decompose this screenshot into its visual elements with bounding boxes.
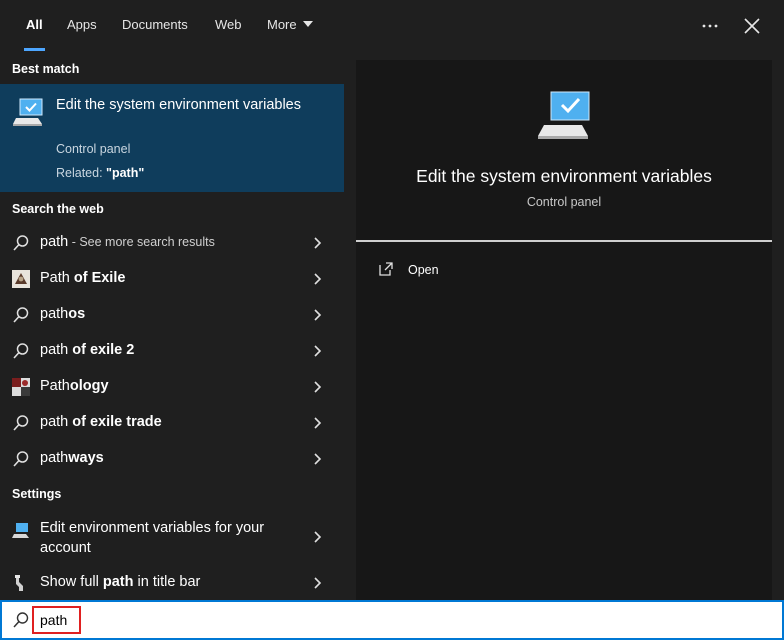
- web-result-row[interactable]: pathos: [0, 297, 344, 333]
- system-properties-icon: [13, 98, 43, 126]
- settings-result-text: Show full path in title bar: [40, 574, 201, 590]
- tab-apps[interactable]: Apps: [65, 0, 99, 52]
- tab-more[interactable]: More: [265, 0, 315, 52]
- best-match-heading: Best match: [12, 62, 80, 76]
- web-result-row[interactable]: path - See more search results: [0, 225, 344, 261]
- results-pane: Best match Edit the system environment v…: [0, 52, 344, 600]
- detail-pane: Edit the system environment variables Co…: [356, 60, 772, 600]
- search-icon: [13, 415, 29, 431]
- divider: [356, 240, 772, 242]
- tab-web-label: Web: [215, 17, 242, 32]
- detail-title: Edit the system environment variables: [416, 166, 712, 186]
- tab-all[interactable]: All: [24, 0, 45, 52]
- web-result-text: path of exile 2: [40, 342, 135, 358]
- tab-more-label: More: [267, 17, 297, 32]
- related-label: Related:: [56, 166, 107, 180]
- chevron-right-icon: [314, 577, 322, 589]
- web-result-row[interactable]: path of exile trade: [0, 405, 344, 441]
- wrench-icon: [15, 575, 23, 591]
- web-result-text: pathos: [40, 306, 86, 322]
- more-options-icon[interactable]: [696, 12, 724, 40]
- tab-web[interactable]: Web: [213, 0, 244, 52]
- best-match-title: Edit the system environment variables: [56, 97, 301, 113]
- detail-subtitle: Control panel: [526, 195, 602, 209]
- web-result-text: path - See more search results: [40, 234, 215, 250]
- chevron-right-icon: [314, 309, 322, 321]
- tab-all-label: All: [26, 17, 43, 32]
- related-value: "path": [106, 166, 145, 180]
- search-bar: [0, 600, 784, 640]
- chevron-down-icon: [302, 21, 313, 27]
- chevron-right-icon: [314, 417, 322, 429]
- tab-documents-label: Documents: [122, 17, 188, 32]
- tab-apps-label: Apps: [67, 17, 97, 32]
- system-properties-icon: [538, 91, 590, 139]
- web-result-text: path of exile trade: [40, 414, 162, 430]
- search-input[interactable]: [34, 608, 79, 632]
- settings-heading: Settings: [12, 487, 62, 501]
- open-external-icon: [379, 262, 393, 276]
- search-icon: [13, 307, 29, 323]
- monitor-settings-icon: [12, 523, 29, 538]
- search-icon: [13, 343, 29, 359]
- web-result-row[interactable]: Pathology: [0, 369, 344, 405]
- web-result-text: Pathology: [40, 378, 109, 394]
- search-input-highlight: [32, 606, 81, 634]
- best-match-item[interactable]: Edit the system environment variables Co…: [0, 84, 344, 192]
- chevron-right-icon: [314, 237, 322, 249]
- image-thumbnail-icon: [12, 378, 30, 396]
- search-web-heading: Search the web: [12, 202, 104, 216]
- web-result-row[interactable]: pathways: [0, 441, 344, 477]
- image-thumbnail-icon: [12, 270, 30, 288]
- settings-result-row[interactable]: Show full path in title bar: [0, 565, 344, 601]
- search-filter-tabs: All Apps Documents Web More: [0, 0, 784, 52]
- chevron-right-icon: [314, 345, 322, 357]
- web-result-text: Path of Exile: [40, 270, 126, 286]
- chevron-right-icon: [314, 531, 322, 543]
- chevron-right-icon: [314, 381, 322, 393]
- settings-result-text: Edit environment variables for your acco…: [40, 520, 265, 556]
- web-result-row[interactable]: Path of Exile: [0, 261, 344, 297]
- chevron-right-icon: [314, 273, 322, 285]
- search-icon: [13, 451, 29, 467]
- settings-result-row[interactable]: Edit environment variables for your acco…: [0, 513, 344, 561]
- web-result-text: pathways: [40, 450, 104, 466]
- best-match-subtitle: Control panel: [56, 142, 131, 156]
- close-icon[interactable]: [738, 12, 766, 40]
- tab-documents[interactable]: Documents: [120, 0, 190, 52]
- search-icon: [13, 235, 29, 251]
- chevron-right-icon: [314, 453, 322, 465]
- open-action-label: Open: [408, 263, 439, 277]
- search-icon: [13, 612, 29, 628]
- best-match-related: Related: "path": [56, 166, 144, 180]
- web-result-row[interactable]: path of exile 2: [0, 333, 344, 369]
